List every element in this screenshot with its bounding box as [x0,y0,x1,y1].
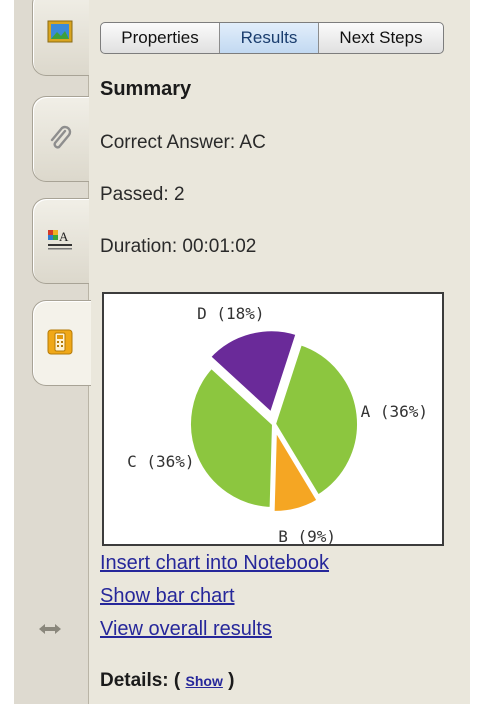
pie-label-b: B (9%) [278,527,336,544]
show-bar-chart-link[interactable]: Show bar chart [100,585,235,608]
correct-answer-label: Correct Answer: [100,132,240,153]
duration-label: Duration: [100,236,183,257]
correct-answer-row: Correct Answer: AC [100,132,266,154]
summary-heading: Summary [100,78,192,100]
properties-icon: A [48,229,72,250]
pie-label-d: D (18%) [197,304,264,323]
resize-arrows-icon[interactable] [36,620,64,638]
results-content: Properties Results Next Steps Summary Co… [98,0,470,704]
side-panel: A Properties Results Next Steps Summary … [14,0,470,704]
details-open-paren: ( [168,670,186,691]
tab-bar: Properties Results Next Steps [100,22,444,54]
correct-answer-value: AC [239,132,266,153]
side-tab-properties[interactable]: A [32,198,89,284]
details-show-link[interactable]: Show [186,673,223,689]
svg-text:A: A [59,229,69,244]
tab-properties[interactable]: Properties [101,23,220,53]
pie-label-a: A (36%) [361,402,428,421]
results-pie-chart: A (36%) B (9%) C (36%) D (18%) [102,292,444,546]
duration-value: 00:01:02 [182,236,257,257]
passed-label: Passed: [100,184,174,205]
side-tab-response[interactable] [32,300,91,386]
tab-results[interactable]: Results [220,23,319,53]
side-tab-gallery[interactable] [32,0,89,76]
response-clicker-icon [47,329,73,355]
details-row: Details: ( Show ) [100,670,234,692]
view-overall-results-link[interactable]: View overall results [100,618,272,641]
side-tab-attachments[interactable] [32,96,89,182]
insert-chart-link[interactable]: Insert chart into Notebook [100,552,329,575]
passed-value: 2 [173,184,185,205]
details-close-paren: ) [222,670,235,691]
pie-chart-svg: A (36%) B (9%) C (36%) D (18%) [127,304,428,544]
duration-row: Duration: 00:01:02 [100,236,256,258]
paperclip-icon [50,125,72,149]
passed-row: Passed: 2 [100,184,185,206]
side-tab-strip: A [14,0,91,704]
details-label: Details: [100,670,169,691]
tab-next-steps[interactable]: Next Steps [319,23,443,53]
pie-label-c: C (36%) [127,452,194,471]
gallery-icon [47,20,73,43]
